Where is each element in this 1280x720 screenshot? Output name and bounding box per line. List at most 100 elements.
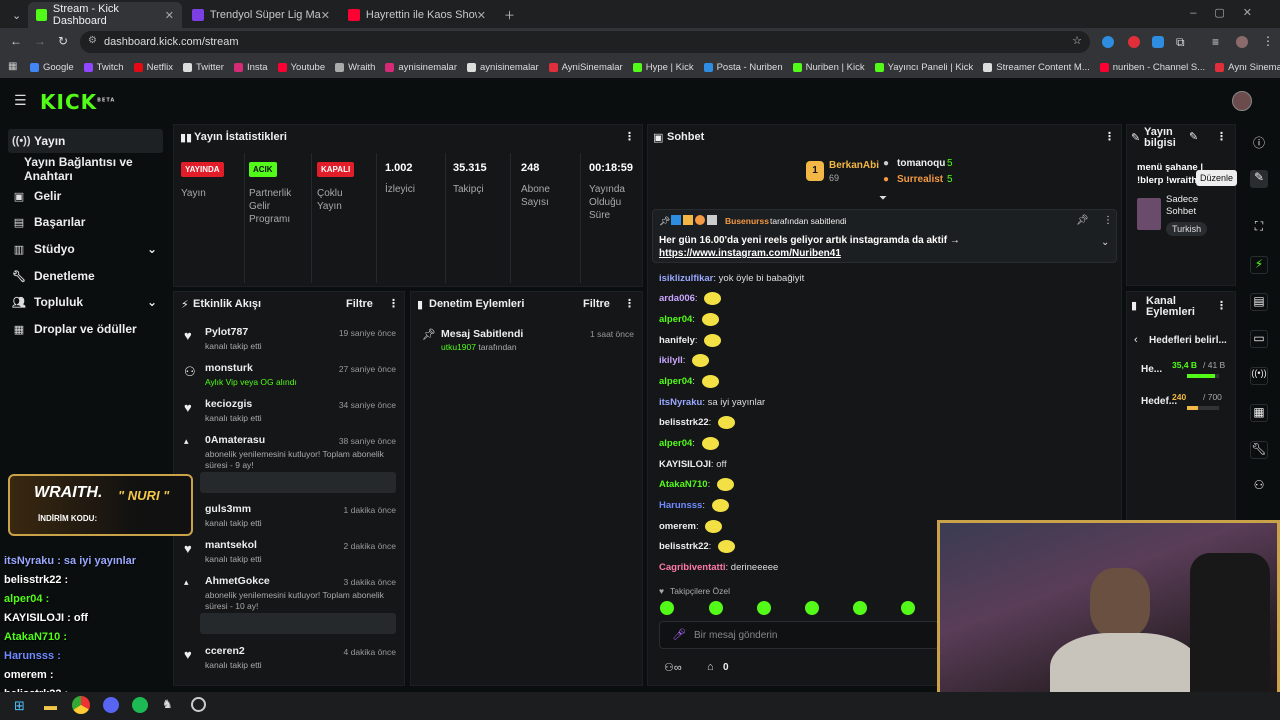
chat-icon[interactable]: ▭ (1250, 330, 1268, 348)
top-gifter-name[interactable]: BerkanAbi (829, 160, 879, 171)
chat-username[interactable]: Harunsss (659, 500, 702, 511)
bookmark-item[interactable]: Nuriben | Kick (792, 62, 865, 73)
bookmark-item[interactable]: aynisinemalar (467, 62, 539, 73)
info-icon[interactable]: ⓘ (1250, 134, 1268, 152)
filter-button[interactable]: Filtre (583, 298, 610, 310)
forward-icon[interactable]: → (34, 34, 46, 48)
chat-username[interactable]: hanifely (659, 335, 695, 346)
chat-username[interactable]: omerem (659, 521, 696, 532)
filter-icon[interactable]: ⏷ (879, 193, 887, 204)
event-username[interactable]: monsturk (205, 362, 253, 374)
tab-trendyol[interactable]: Trendyol Süper Lig Maç Özetler ✕ (184, 2, 338, 28)
chat-username[interactable]: alper04 (659, 376, 692, 387)
bookmark-item[interactable]: Twitter (182, 62, 224, 73)
menu-lines-icon[interactable]: ≡ (1212, 35, 1219, 49)
unpin-icon[interactable]: 📌︎ (1076, 215, 1089, 226)
bookmark-star-icon[interactable]: ☆ (1072, 34, 1082, 47)
event-username[interactable]: AhmetGokce (205, 575, 270, 587)
chat-username[interactable]: ikilyll (659, 355, 683, 366)
more-vert-icon[interactable]: ⋮ (1104, 130, 1115, 143)
edit-icon[interactable]: ✎ (1189, 130, 1198, 143)
users-icon[interactable]: ⚇ (1250, 478, 1268, 496)
fullscreen-icon[interactable]: ⛶ (1250, 219, 1268, 237)
extension-icon[interactable] (1102, 36, 1114, 48)
bookmark-item[interactable]: AyniSinemalar (548, 62, 623, 73)
bookmark-item[interactable]: Hype | Kick (632, 62, 694, 73)
more-vert-icon[interactable]: ⋮ (1216, 130, 1227, 143)
bookmark-item[interactable]: Aynı Sinemalar - Ça... (1215, 62, 1280, 73)
filter-button[interactable]: Filtre (346, 298, 373, 310)
reload-icon[interactable]: ↻ (58, 34, 68, 48)
edit-icon[interactable]: ✎ (1250, 170, 1268, 188)
windows-start-icon[interactable]: ⊞ (14, 698, 25, 714)
category-name[interactable]: Sadece Sohbet (1166, 194, 1226, 218)
tab-search-button[interactable]: ⌄ (4, 2, 26, 28)
folder-icon[interactable]: ▬ (44, 698, 57, 713)
chat-input[interactable]: 🎤︎ Bir mesaj gönderin (659, 621, 939, 649)
bookmark-item[interactable]: Google (30, 62, 74, 73)
document-icon[interactable]: ▤ (1250, 293, 1268, 311)
sidebar-item-denetleme[interactable]: 🔧︎ Denetleme (8, 264, 163, 288)
puzzle-icon[interactable]: ⧉ (1176, 35, 1185, 50)
hamburger-icon[interactable]: ☰ (14, 92, 27, 109)
bolt-icon[interactable]: ⚡︎ (1250, 256, 1268, 274)
event-username[interactable]: guls3mm (205, 503, 251, 515)
more-vert-icon[interactable]: ⋮ (1216, 299, 1227, 312)
chevron-left-icon[interactable]: ‹ (1134, 334, 1138, 346)
more-vert-icon[interactable]: ⋮ (1103, 215, 1113, 226)
site-info-icon[interactable]: ⚙ (88, 35, 97, 46)
more-vert-icon[interactable]: ⋮ (1262, 34, 1274, 48)
sidebar-item-studyo[interactable]: ▥ Stüdyo ⌄ (8, 237, 163, 261)
goals-title[interactable]: Hedefleri belirl... (1149, 335, 1227, 346)
user-avatar[interactable] (1232, 91, 1252, 111)
chat-username[interactable]: Cagribiventatti (659, 562, 726, 573)
chat-username[interactable]: alper04 (659, 314, 692, 325)
chat-username[interactable]: KAYISILOJI (659, 459, 711, 470)
chevron-down-icon[interactable]: ⌄ (1101, 237, 1109, 248)
chat-username[interactable]: alper04 (659, 438, 692, 449)
app-icon[interactable]: ♞ (162, 697, 173, 711)
chat-username[interactable]: itsNyraku (659, 397, 702, 408)
sidebar-item-droplar[interactable]: ▦ Droplar ve ödüller (8, 317, 163, 341)
pinned-link[interactable]: https://www.instagram.com/Nuriben41 (659, 248, 841, 259)
broadcast-icon[interactable]: ((•)) (1250, 367, 1268, 385)
apps-grid-icon[interactable]: ▦ (8, 61, 17, 72)
close-icon[interactable]: ✕ (321, 9, 330, 22)
more-vert-icon[interactable]: ⋮ (624, 297, 635, 310)
event-username[interactable]: mantsekol (205, 539, 257, 551)
bookmark-item[interactable]: Posta - Nuriben (703, 62, 783, 73)
window-controls[interactable]: –▢✕ (1190, 6, 1270, 19)
category-thumbnail[interactable] (1137, 198, 1161, 230)
sidebar-item-yayin[interactable]: ((•)) Yayın (8, 129, 163, 153)
bookmark-item[interactable]: Streamer Content M... (983, 62, 1090, 73)
chat-username[interactable]: AtakaN710 (659, 479, 708, 490)
chat-username[interactable]: belisstrk22 (659, 541, 709, 552)
pinned-by-user[interactable]: Busenurss (725, 216, 769, 226)
app-icon[interactable] (191, 697, 206, 712)
tab-kick-dashboard[interactable]: Stream - Kick Dashboard ✕ (28, 2, 182, 28)
bookmark-item[interactable]: aynisinemalar (385, 62, 457, 73)
more-vert-icon[interactable]: ⋮ (624, 130, 635, 143)
bookmark-item[interactable]: Netflix (133, 62, 173, 73)
chat-username[interactable]: arda006 (659, 293, 695, 304)
sidebar-item-topluluk[interactable]: 👥︎ Topluluk ⌄ (8, 290, 163, 314)
tab-youtube[interactable]: Hayrettin ile Kaos Show - 2.Sez ✕ (340, 2, 494, 28)
sidebar-item-connection[interactable]: Yayın Bağlantısı ve Anahtarı (8, 155, 178, 183)
event-username[interactable]: cceren2 (205, 645, 245, 657)
emote-icon[interactable] (805, 601, 819, 615)
emote-icon[interactable] (853, 601, 867, 615)
extension-icon[interactable] (1128, 36, 1140, 48)
bookmark-item[interactable]: nuriben - Channel S... (1099, 62, 1205, 73)
emote-icon[interactable] (660, 601, 674, 615)
sidebar-item-basarilar[interactable]: ▤ Başarılar (8, 210, 163, 234)
event-username[interactable]: 0Amaterasu (205, 434, 265, 446)
bookmark-item[interactable]: Youtube (277, 62, 325, 73)
emote-icon[interactable] (901, 601, 915, 615)
close-icon[interactable]: ✕ (477, 9, 486, 22)
microphone-icon[interactable]: 🎤︎ (672, 628, 686, 641)
chat-username[interactable]: isiklizulfikar (659, 273, 713, 284)
close-icon[interactable]: ✕ (165, 9, 174, 22)
url-field[interactable]: ⚙ dashboard.kick.com/stream ☆ (80, 31, 1090, 53)
spotify-icon[interactable] (132, 697, 148, 713)
top-gifter-name[interactable]: Surrealist (897, 174, 943, 185)
